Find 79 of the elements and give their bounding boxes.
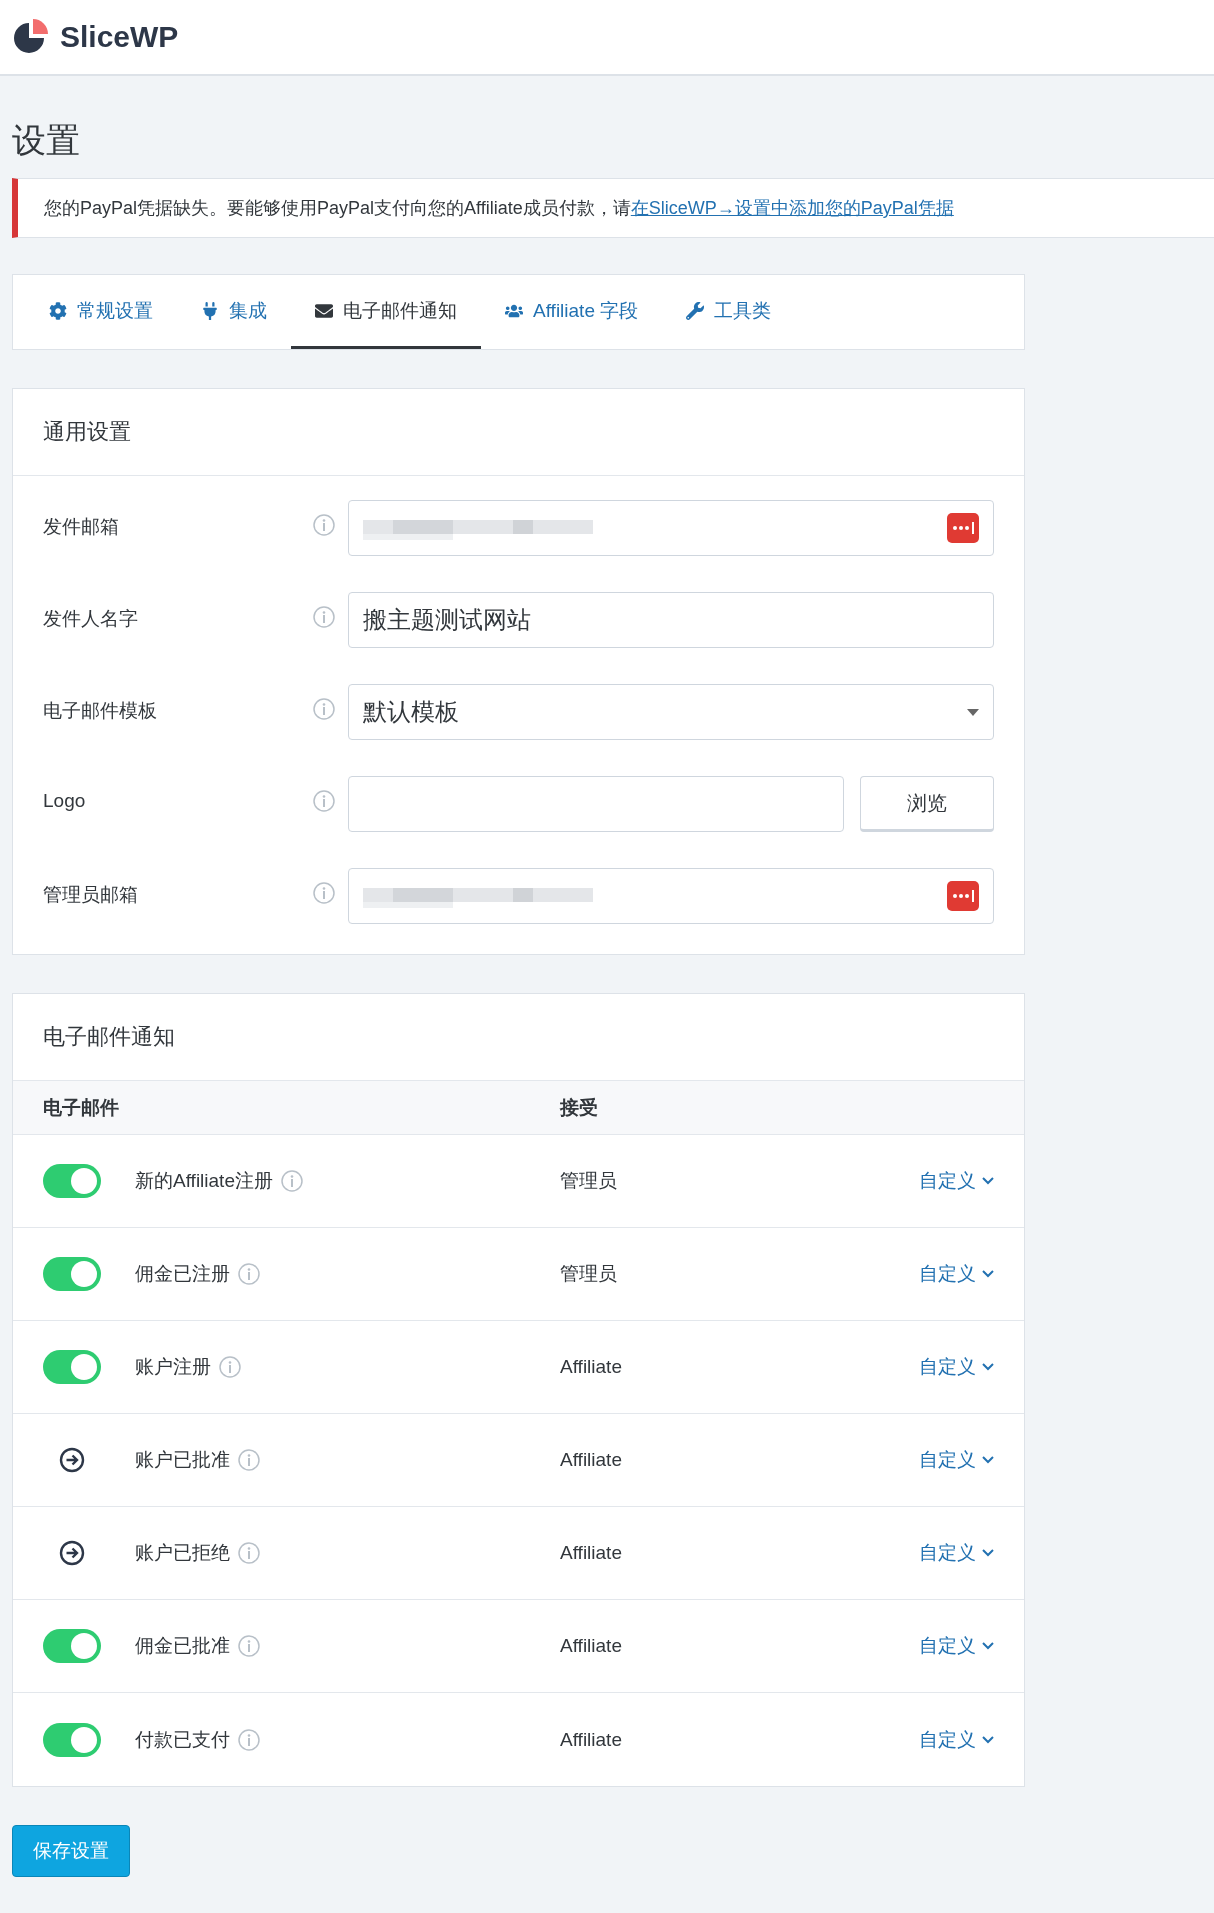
info-icon <box>238 1635 260 1657</box>
customize-link[interactable]: 自定义 <box>919 1354 994 1380</box>
password-manager-icon[interactable] <box>947 513 979 543</box>
notification-name: 账户已批准 <box>135 1448 230 1472</box>
info-icon <box>238 1263 260 1285</box>
info-icon <box>238 1728 260 1751</box>
arrow-circle-icon <box>59 1540 85 1566</box>
notice-link[interactable]: 在SliceWP→设置中添加您的PayPal凭据 <box>630 198 954 218</box>
arrow-circle-icon <box>59 1447 85 1473</box>
field-label: Logo <box>43 789 87 812</box>
info-icon <box>313 606 335 628</box>
password-manager-icon[interactable] <box>947 881 979 911</box>
info-icon <box>313 698 335 720</box>
template-select[interactable]: 默认模板 <box>348 684 994 740</box>
field-label: 电子邮件模板 <box>43 699 158 723</box>
customize-link[interactable]: 自定义 <box>919 1261 994 1287</box>
info-icon <box>313 882 335 904</box>
chevron-down-icon <box>982 1177 994 1185</box>
info-icon <box>313 790 335 812</box>
dropdown-caret-icon <box>967 708 979 716</box>
toggle-switch[interactable] <box>43 1722 101 1757</box>
recipient-cell: 管理员 <box>560 1170 617 1191</box>
field-label: 管理员邮箱 <box>43 883 139 907</box>
brand-name: SliceWP <box>60 20 179 54</box>
email-field[interactable] <box>348 868 994 924</box>
field-label: 发件人名字 <box>43 607 139 631</box>
notification-name: 账户已拒绝 <box>135 1541 230 1565</box>
page-title: 设置 <box>12 120 81 161</box>
customize-link[interactable]: 自定义 <box>919 1540 994 1566</box>
info-icon <box>238 1542 260 1564</box>
field-label: 发件邮箱 <box>43 515 120 539</box>
logo-field[interactable] <box>348 776 844 832</box>
info-icon <box>313 514 335 536</box>
recipient-cell: Affiliate <box>560 1635 622 1656</box>
chevron-down-icon <box>982 1549 994 1557</box>
toggle-switch[interactable] <box>43 1257 101 1291</box>
info-icon <box>280 1170 303 1192</box>
info-icon <box>238 1449 260 1471</box>
recipient-cell: Affiliate <box>560 1356 622 1377</box>
chevron-down-icon <box>982 1456 994 1464</box>
customize-link[interactable]: 自定义 <box>919 1633 994 1659</box>
recipient-cell: Affiliate <box>560 1542 622 1563</box>
recipient-cell: 管理员 <box>560 1263 617 1284</box>
info-icon <box>219 1356 241 1378</box>
gear-icon <box>49 301 67 320</box>
tab[interactable]: 电子邮件通知 <box>291 275 481 349</box>
customize-link[interactable]: 自定义 <box>919 1447 994 1473</box>
text-field[interactable]: 搬主题测试网站 <box>348 592 994 648</box>
recipient-cell: Affiliate <box>560 1728 622 1750</box>
column-header: 接受 <box>560 1095 598 1120</box>
card-title: 通用设置 <box>13 389 1024 476</box>
chevron-down-icon <box>982 1735 994 1744</box>
notification-name: 账户注册 <box>135 1355 211 1379</box>
notice-message: 您的PayPal凭据缺失。要能够使用PayPal支付向您的Affiliate成员付款，请在SliceWP→设置中添加您的PayPal凭据 <box>12 178 1214 238</box>
chevron-down-icon <box>982 1270 994 1278</box>
plug-icon <box>201 301 219 320</box>
envelope-icon <box>315 301 333 320</box>
notification-name: 付款已支付 <box>135 1727 230 1752</box>
toggle-switch[interactable] <box>43 1629 101 1663</box>
chevron-down-icon <box>982 1642 994 1650</box>
save-button[interactable]: 保存设置 <box>12 1825 130 1877</box>
notification-name: 新的Affiliate注册 <box>135 1169 273 1193</box>
wrench-icon <box>686 301 705 320</box>
customize-link[interactable]: 自定义 <box>919 1726 994 1753</box>
email-field[interactable] <box>348 500 994 556</box>
tab[interactable]: 集成 <box>177 275 291 349</box>
tab[interactable]: Affiliate 字段 <box>481 275 663 349</box>
tab[interactable]: 常规设置 <box>25 275 177 349</box>
customize-link[interactable]: 自定义 <box>919 1168 994 1194</box>
tab[interactable]: 工具类 <box>662 275 796 349</box>
notification-name: 佣金已批准 <box>135 1634 230 1658</box>
browse-button[interactable]: 浏览 <box>860 776 994 832</box>
toggle-switch[interactable] <box>43 1164 101 1198</box>
toggle-switch[interactable] <box>43 1350 101 1384</box>
recipient-cell: Affiliate <box>560 1449 622 1470</box>
logo-icon <box>12 18 50 56</box>
chevron-down-icon <box>982 1363 994 1371</box>
column-header: 电子邮件 <box>43 1095 120 1120</box>
notification-name: 佣金已注册 <box>135 1262 230 1286</box>
